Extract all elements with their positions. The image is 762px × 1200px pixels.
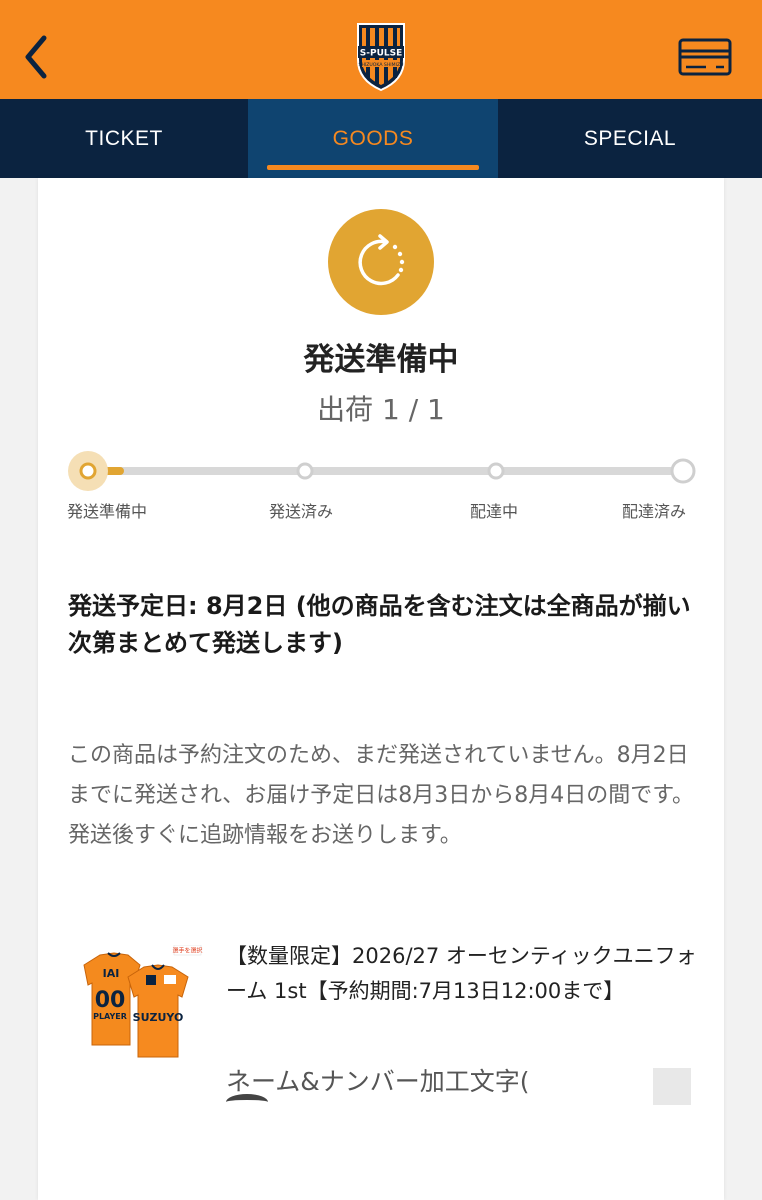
status-icon-circle	[328, 209, 434, 315]
jersey-sponsor: SUZUYO	[133, 1011, 184, 1024]
club-logo[interactable]: S-PULSE SHIZUOKA SHIMIZU	[352, 20, 410, 92]
step-label: 配達済み	[622, 502, 687, 521]
active-tab-indicator	[267, 165, 479, 170]
product-name[interactable]: 【数量限定】2026/27 オーセンティックユニフォーム 1st【予約期間:7月…	[226, 939, 706, 1009]
tab-special[interactable]: SPECIAL	[498, 99, 762, 178]
step-label: 配達中	[470, 502, 519, 521]
order-status-card: 発送準備中 出荷 1 / 1 発送準備中 発送済み 配達中 配達済み 発送予定日…	[38, 178, 724, 1200]
step-marker	[487, 462, 505, 480]
masked-area	[578, 1066, 618, 1106]
app-header: S-PULSE SHIZUOKA SHIMIZU	[0, 0, 762, 99]
svg-text:S-PULSE: S-PULSE	[360, 49, 403, 59]
preorder-notice: この商品は予約注文のため、まだ発送されていません。8月2日までに発送され、お届け…	[68, 743, 695, 848]
step-marker-final	[670, 458, 696, 484]
name-number-customization-label: ネーム&ナンバー加工文字(	[226, 1067, 530, 1096]
scheduled-ship-date: 発送予定日: 8月2日 (他の商品を含む注文は全商品が揃い次第まとめて発送します…	[68, 592, 691, 657]
select-player-badge: 選手を選択	[172, 947, 202, 955]
tab-label: SPECIAL	[583, 126, 677, 150]
loading-circle-icon	[358, 234, 405, 286]
customization-placeholder	[653, 1068, 691, 1105]
svg-text:SHIZUOKA SHIMIZU: SHIZUOKA SHIMIZU	[359, 62, 404, 68]
shipping-progress: 発送準備中 発送済み 配達中 配達済み	[38, 448, 724, 521]
step-label: 発送済み	[269, 502, 334, 521]
shipment-count: 出荷 1 / 1	[317, 393, 445, 426]
chevron-left-icon	[25, 35, 47, 79]
step-label: 発送準備中	[67, 502, 148, 521]
partial-element	[226, 1094, 268, 1110]
step-marker	[296, 462, 314, 480]
tab-label: GOODS	[332, 126, 414, 150]
tab-bar: TICKET GOODS SPECIAL	[0, 99, 762, 178]
jersey-number: 00	[95, 988, 126, 1013]
card-button[interactable]	[676, 36, 734, 80]
status-title: 発送準備中	[303, 342, 459, 378]
tab-ticket[interactable]: TICKET	[0, 99, 248, 178]
jersey-sleeve-text: IAI	[103, 967, 120, 980]
tab-label: TICKET	[85, 126, 163, 150]
back-button[interactable]	[18, 32, 58, 82]
tab-goods[interactable]: GOODS	[248, 99, 498, 178]
jersey-player: PLAYER	[93, 1012, 127, 1021]
product-image[interactable]: IAI 00 PLAYER SUZUYO 選手を選択	[78, 944, 203, 1077]
credit-card-icon	[678, 38, 732, 76]
